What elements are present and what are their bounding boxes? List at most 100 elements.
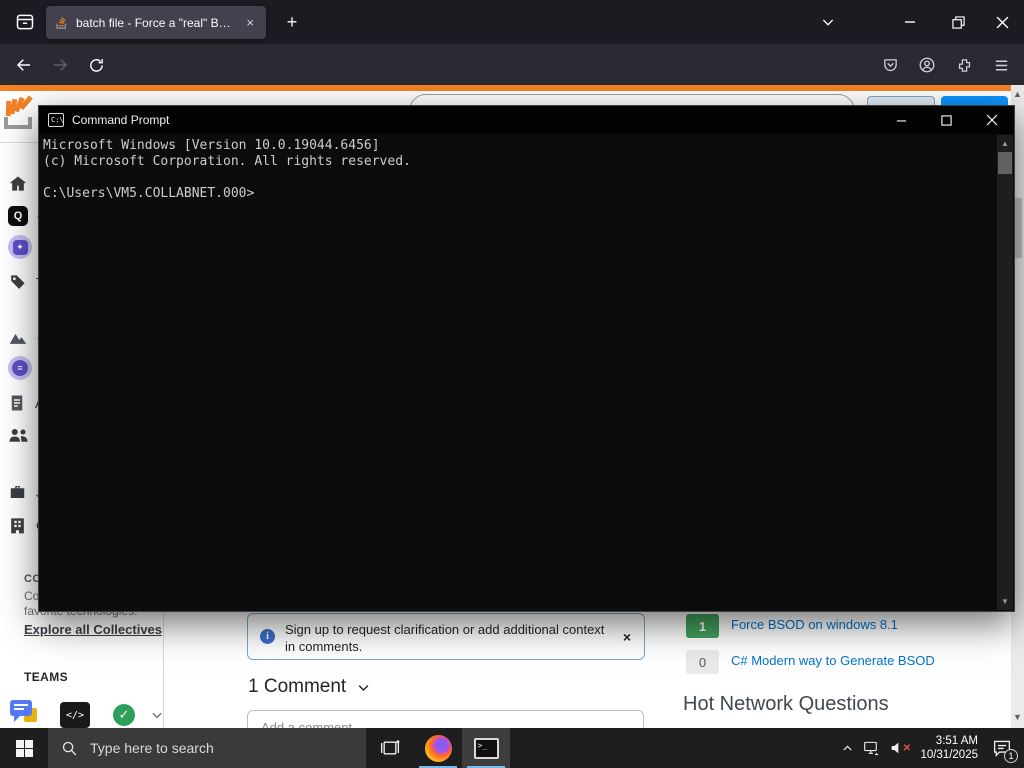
cmd-scrollbar-thumb[interactable] — [998, 152, 1012, 174]
notification-badge: 1 — [1004, 749, 1018, 763]
comments-chevron-icon[interactable] — [356, 680, 371, 695]
cmd-title-bar[interactable]: C:\ Command Prompt — [39, 106, 1014, 134]
cmd-icon: C:\ — [48, 113, 64, 127]
tab-title: batch file - Force a "real" BSoD — [76, 15, 236, 30]
building-icon — [11, 517, 24, 533]
chevron-down-icon — [822, 19, 834, 26]
firefox-icon — [424, 734, 452, 762]
forward-arrow-icon — [54, 59, 68, 71]
notice-close-icon[interactable]: × — [623, 629, 631, 645]
extensions-button[interactable] — [950, 52, 978, 78]
explore-collectives-link[interactable]: Explore all Collectives — [24, 622, 162, 637]
back-arrow-icon — [16, 59, 30, 71]
firefox-view-icon — [16, 14, 34, 30]
pocket-button[interactable] — [876, 52, 904, 78]
window-close-button[interactable] — [982, 5, 1022, 39]
network-tray-button[interactable] — [858, 728, 884, 768]
cmd-prompt: C:\Users\VM5.COLLABNET.000> — [43, 186, 255, 201]
back-button[interactable] — [10, 52, 38, 78]
cmd-line-2: (c) Microsoft Corporation. All rights re… — [43, 154, 411, 169]
mountain-icon — [9, 333, 27, 344]
list-all-tabs-button[interactable] — [808, 5, 848, 39]
cmd-line-1: Microsoft Windows [Version 10.0.19044.64… — [43, 138, 380, 153]
screen: batch file - Force a "real" BSoD × + Q ✦… — [0, 0, 1024, 768]
teams-code-icon: </> — [60, 702, 90, 728]
reload-button[interactable] — [82, 52, 110, 78]
browser-toolbar: https://stackoverflow.com/questions/3856… — [0, 44, 1024, 124]
teams-chevron-down-icon[interactable] — [150, 708, 164, 722]
cmd-taskbar-icon: >_ — [473, 737, 499, 759]
stackoverflow-logo[interactable] — [2, 93, 37, 131]
close-icon — [996, 16, 1008, 28]
cmd-minimize-button[interactable] — [879, 106, 924, 134]
search-icon — [62, 741, 77, 755]
comments-header: 1 Comment — [248, 676, 371, 698]
cmd-maximize-button[interactable] — [924, 106, 969, 134]
briefcase-icon — [10, 486, 25, 498]
cmd-output: Microsoft Windows [Version 10.0.19044.64… — [43, 138, 411, 202]
users-icon — [9, 429, 28, 442]
comments-count: 1 Comment — [248, 676, 347, 697]
close-icon — [986, 114, 997, 126]
teams-heading: TEAMS — [24, 670, 68, 684]
linked-question-link[interactable]: C# Modern way to Generate BSOD — [731, 653, 935, 668]
command-prompt-window[interactable]: C:\ Command Prompt Microsoft Windows [Ve… — [38, 105, 1015, 612]
taskbar-search[interactable]: Type here to search — [48, 728, 366, 768]
taskbar-firefox-button[interactable] — [414, 728, 462, 768]
notice-text: Sign up to request clarification or add … — [285, 622, 605, 654]
forward-button[interactable] — [46, 52, 74, 78]
scroll-down-icon[interactable]: ▼ — [1013, 712, 1022, 722]
linked-question-score: 1 — [686, 614, 719, 638]
teams-check-icon: ✓ — [113, 704, 135, 726]
minimize-icon — [905, 21, 915, 23]
linked-question-score: 0 — [686, 650, 719, 674]
info-icon: i — [260, 629, 275, 644]
linked-question-link[interactable]: Force BSOD on windows 8.1 — [731, 617, 898, 632]
account-button[interactable] — [913, 52, 941, 78]
start-button[interactable] — [0, 728, 48, 768]
new-tab-button[interactable]: + — [278, 9, 306, 35]
browser-tab[interactable]: batch file - Force a "real" BSoD × — [46, 6, 266, 39]
hamburger-menu-icon — [995, 60, 1007, 70]
teams-illustration: </> ✓ — [10, 700, 162, 728]
scroll-up-icon[interactable]: ▲ — [1013, 89, 1022, 99]
maximize-icon — [941, 114, 952, 126]
clock-time: 3:51 AM — [935, 735, 978, 747]
firefox-view-button[interactable] — [10, 9, 40, 35]
scroll-up-icon[interactable]: ▲ — [997, 139, 1013, 148]
ai-assist-icon: ✦ — [8, 235, 32, 259]
minimize-icon — [896, 119, 907, 122]
teams-chat-icon — [10, 700, 37, 722]
reload-icon — [89, 58, 103, 72]
taskbar-clock[interactable]: 3:51 AM 10/31/2025 — [908, 728, 980, 768]
home-icon — [9, 176, 27, 191]
window-restore-button[interactable] — [938, 5, 978, 39]
task-view-button[interactable] — [366, 728, 414, 768]
window-minimize-button[interactable] — [890, 5, 930, 39]
chat-icon: ≡ — [8, 356, 32, 380]
extensions-icon — [958, 58, 970, 72]
cmd-close-button[interactable] — [969, 106, 1014, 134]
add-comment-input[interactable]: Add a comment — [247, 710, 644, 728]
cmd-scrollbar[interactable]: ▲ ▼ — [997, 135, 1013, 610]
network-icon — [863, 741, 878, 755]
scroll-down-icon[interactable]: ▼ — [997, 597, 1013, 606]
tray-expand-button[interactable] — [836, 728, 858, 768]
hot-network-questions-heading: Hot Network Questions — [683, 693, 889, 715]
cmd-window-title: Command Prompt — [72, 113, 170, 127]
menu-button[interactable] — [987, 52, 1015, 78]
volume-muted-icon: ✕ — [889, 740, 911, 756]
taskbar-search-placeholder: Type here to search — [90, 740, 214, 756]
tag-icon — [11, 274, 25, 289]
stackoverflow-favicon — [56, 17, 66, 29]
action-center-button[interactable]: 1 — [980, 728, 1024, 768]
browser-tab-strip: batch file - Force a "real" BSoD × + — [0, 0, 1024, 44]
tab-close-icon[interactable]: × — [242, 14, 258, 31]
taskbar-cmd-button[interactable]: >_ — [462, 728, 510, 768]
clock-date: 10/31/2025 — [920, 749, 978, 761]
add-comment-placeholder: Add a comment — [261, 720, 353, 728]
pocket-icon — [883, 58, 897, 71]
volume-tray-button[interactable]: ✕ — [884, 728, 911, 768]
account-icon — [919, 57, 935, 73]
questions-icon: Q — [8, 206, 28, 226]
